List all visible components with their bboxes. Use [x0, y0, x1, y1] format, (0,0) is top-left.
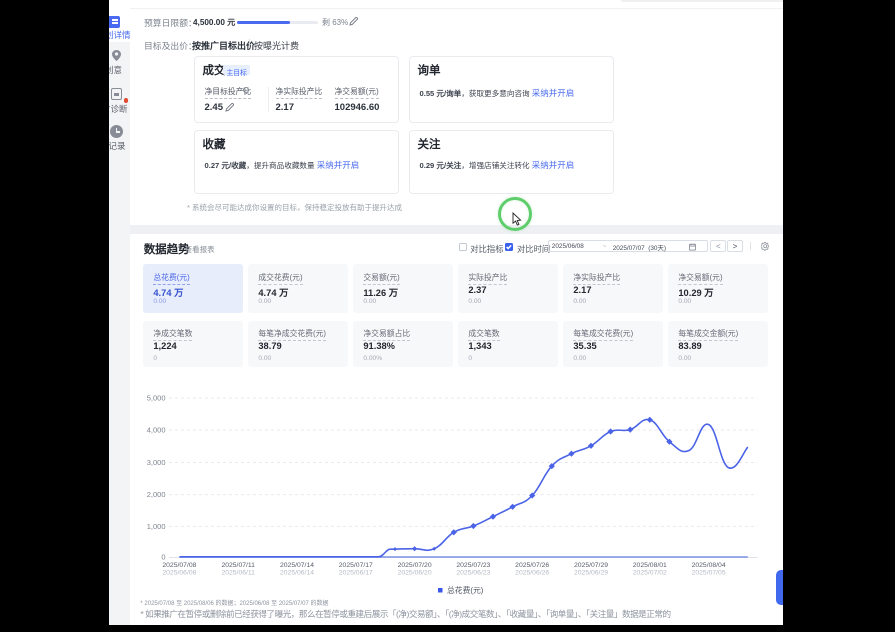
svg-text:3,000: 3,000: [147, 458, 166, 467]
svg-text:1,000: 1,000: [147, 522, 166, 531]
svg-text:总花费(元): 总花费(元): [447, 585, 484, 595]
svg-text:2025/07/05: 2025/07/05: [692, 570, 726, 577]
svg-text:0: 0: [161, 553, 165, 562]
svg-text:2025/08/01: 2025/08/01: [633, 562, 667, 569]
svg-text:2,000: 2,000: [147, 490, 166, 499]
svg-text:2025/06/11: 2025/06/11: [221, 570, 255, 577]
svg-text:4,000: 4,000: [147, 426, 166, 435]
svg-text:2025/07/26: 2025/07/26: [515, 562, 549, 569]
svg-text:2025/07/02: 2025/07/02: [633, 570, 667, 577]
svg-text:2025/07/08: 2025/07/08: [162, 562, 196, 569]
svg-text:2025/06/29: 2025/06/29: [574, 570, 608, 577]
svg-text:2025/06/23: 2025/06/23: [456, 570, 490, 577]
svg-text:2025/07/17: 2025/07/17: [339, 562, 373, 569]
svg-text:2025/06/08: 2025/06/08: [162, 570, 196, 577]
svg-text:2025/07/23: 2025/07/23: [456, 562, 490, 569]
svg-text:5,000: 5,000: [147, 394, 166, 403]
svg-text:2025/07/20: 2025/07/20: [398, 562, 432, 569]
svg-text:2025/06/26: 2025/06/26: [515, 570, 549, 577]
svg-text:2025/06/17: 2025/06/17: [339, 570, 373, 577]
svg-text:2025/08/04: 2025/08/04: [692, 562, 726, 569]
svg-text:2025/06/14: 2025/06/14: [280, 570, 314, 577]
svg-text:2025/06/20: 2025/06/20: [398, 570, 432, 577]
svg-text:2025/07/11: 2025/07/11: [221, 562, 255, 569]
svg-text:2025/07/14: 2025/07/14: [280, 562, 314, 569]
svg-text:2025/07/29: 2025/07/29: [574, 562, 608, 569]
